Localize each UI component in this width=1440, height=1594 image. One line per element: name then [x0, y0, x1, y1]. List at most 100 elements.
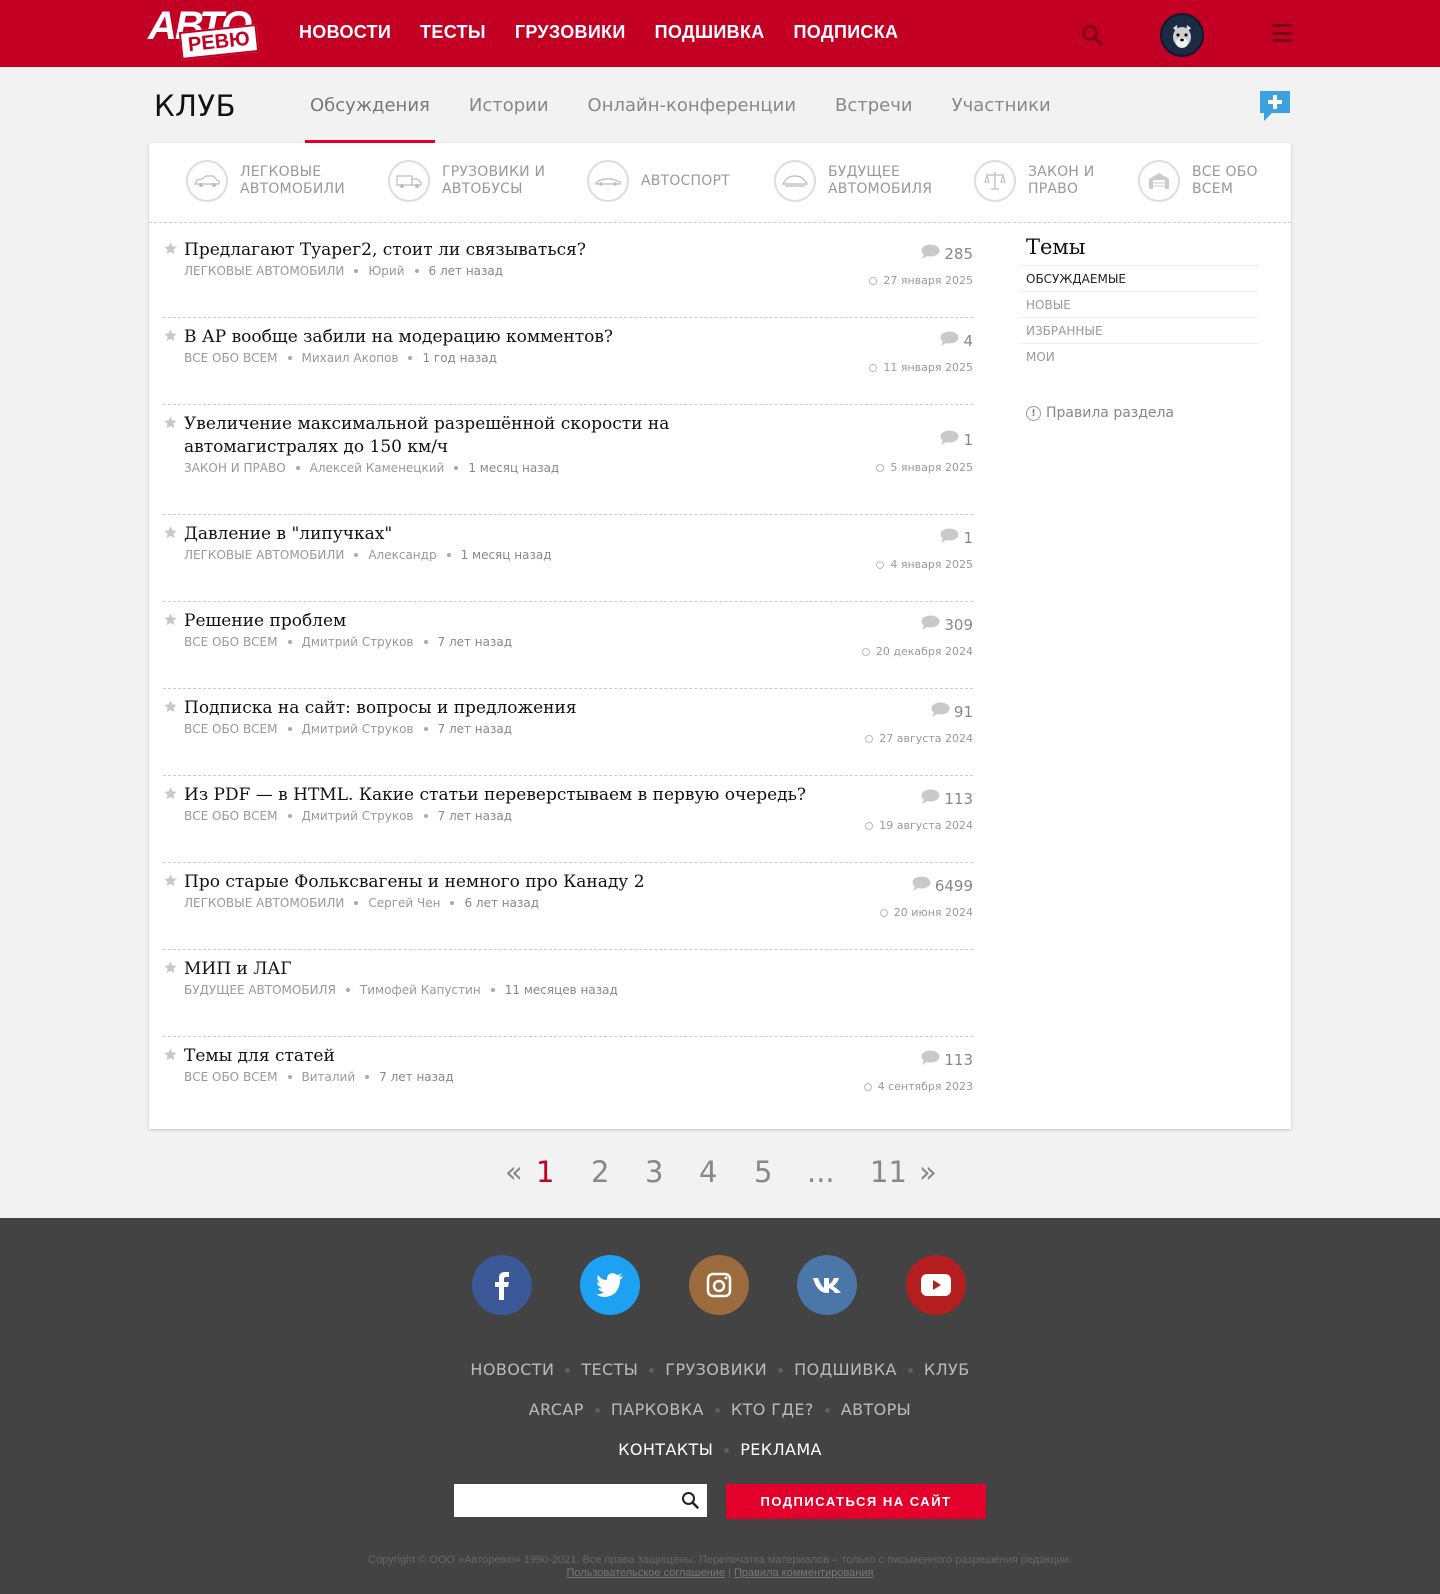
topic-title[interactable]: Предлагают Туарег2, стоит ли связываться…: [184, 239, 824, 262]
star-icon[interactable]: [163, 525, 178, 540]
star-icon[interactable]: [163, 415, 178, 430]
star-icon[interactable]: [163, 241, 178, 256]
footer-link-parking[interactable]: ПАРКОВКА: [611, 1400, 704, 1419]
search-icon[interactable]: [1081, 24, 1103, 46]
category-motorsport[interactable]: АВТОСПОРТ: [587, 160, 751, 202]
category-future[interactable]: БУДУЩЕЕ АВТОМОБИЛЯ: [774, 160, 938, 202]
comment-count[interactable]: 113: [833, 1050, 973, 1069]
topic-category[interactable]: ВСЕ ОБО ВСЕМ: [184, 635, 278, 649]
comment-count[interactable]: 1: [833, 430, 973, 449]
comment-count[interactable]: 113: [833, 789, 973, 808]
star-icon[interactable]: [163, 328, 178, 343]
sidebar-item-mine[interactable]: МОИ: [1019, 343, 1259, 369]
comment-count[interactable]: 309: [833, 615, 973, 634]
tab-discussions[interactable]: Обсуждения: [305, 67, 435, 143]
topic-category[interactable]: ЗАКОН И ПРАВО: [184, 461, 286, 475]
comment-rules-link[interactable]: Правила комментирования: [734, 1567, 874, 1579]
category-misc[interactable]: ВСЕ ОБО ВСЕМ: [1138, 160, 1302, 202]
category-cars[interactable]: ЛЕГКОВЫЕ АВТОМОБИЛИ: [186, 160, 350, 202]
footer-link-contacts[interactable]: КОНТАКТЫ: [618, 1440, 713, 1459]
category-trucks[interactable]: ГРУЗОВИКИ И АВТОБУСЫ: [388, 160, 552, 202]
star-icon[interactable]: [163, 612, 178, 627]
tab-stories[interactable]: Истории: [464, 67, 554, 143]
nav-news[interactable]: НОВОСТИ: [299, 22, 391, 43]
pagination-page[interactable]: 4: [699, 1155, 717, 1189]
topic-author[interactable]: Виталий: [302, 1070, 356, 1084]
footer-link-trucks[interactable]: ГРУЗОВИКИ: [665, 1360, 767, 1379]
search-icon[interactable]: [681, 1491, 699, 1514]
footer-link-club[interactable]: КЛУБ: [924, 1360, 970, 1379]
topic-title[interactable]: МИП и ЛАГ: [184, 958, 824, 981]
topic-author[interactable]: Сергей Чен: [368, 896, 440, 910]
topic-author[interactable]: Дмитрий Струков: [302, 809, 414, 823]
star-icon[interactable]: [163, 960, 178, 975]
sidebar-item-favorites[interactable]: ИЗБРАННЫЕ: [1019, 317, 1259, 343]
subscribe-button[interactable]: ПОДПИСАТЬСЯ НА САЙТ: [726, 1484, 986, 1519]
facebook-icon[interactable]: [472, 1255, 532, 1315]
pagination-prev[interactable]: «: [505, 1155, 523, 1189]
nav-trucks[interactable]: ГРУЗОВИКИ: [515, 22, 626, 43]
topic-category[interactable]: ВСЕ ОБО ВСЕМ: [184, 1070, 278, 1084]
nav-archive[interactable]: ПОДШИВКА: [655, 22, 765, 43]
menu-icon[interactable]: [1272, 24, 1292, 42]
topic-author[interactable]: Алексей Каменецкий: [310, 461, 445, 475]
topic-title[interactable]: Из PDF — в HTML. Какие статьи переверсты…: [184, 784, 824, 807]
topic-title[interactable]: Давление в "липучках": [184, 523, 824, 546]
topic-category[interactable]: ВСЕ ОБО ВСЕМ: [184, 722, 278, 736]
topic-author[interactable]: Дмитрий Струков: [302, 722, 414, 736]
footer-link-news[interactable]: НОВОСТИ: [470, 1360, 554, 1379]
nav-tests[interactable]: ТЕСТЫ: [420, 22, 486, 43]
topic-author[interactable]: Юрий: [368, 264, 404, 278]
topic-title[interactable]: Подписка на сайт: вопросы и предложения: [184, 697, 824, 720]
topic-title[interactable]: В АР вообще забили на модерацию комменто…: [184, 326, 824, 349]
new-topic-icon[interactable]: [1258, 89, 1292, 123]
user-avatar[interactable]: [1160, 13, 1204, 57]
topic-category[interactable]: ВСЕ ОБО ВСЕМ: [184, 351, 278, 365]
comment-count[interactable]: 4: [833, 331, 973, 350]
section-rules-link[interactable]: ! Правила раздела: [1019, 405, 1259, 421]
topic-title[interactable]: Решение проблем: [184, 610, 824, 633]
topic-author[interactable]: Тимофей Капустин: [360, 983, 481, 997]
topic-title[interactable]: Увеличение максимальной разрешённой скор…: [184, 413, 824, 459]
pagination-page[interactable]: 1: [536, 1155, 554, 1189]
topic-category[interactable]: ЛЕГКОВЫЕ АВТОМОБИЛИ: [184, 896, 344, 910]
tab-online-conferences[interactable]: Онлайн-конференции: [583, 67, 801, 143]
comment-count[interactable]: 285: [833, 244, 973, 263]
star-icon[interactable]: [163, 873, 178, 888]
comment-count[interactable]: 1: [833, 528, 973, 547]
footer-link-ads[interactable]: РЕКЛАМА: [740, 1440, 822, 1459]
pagination-page[interactable]: 3: [645, 1155, 663, 1189]
topic-title[interactable]: Про старые Фольксвагены и немного про Ка…: [184, 871, 824, 894]
topic-author[interactable]: Дмитрий Струков: [302, 635, 414, 649]
instagram-icon[interactable]: [689, 1255, 749, 1315]
footer-link-arcap[interactable]: ARCAP: [529, 1400, 584, 1419]
pagination-page[interactable]: 11: [870, 1155, 907, 1189]
topic-category[interactable]: ЛЕГКОВЫЕ АВТОМОБИЛИ: [184, 548, 344, 562]
tab-members[interactable]: Участники: [947, 67, 1056, 143]
tab-meetings[interactable]: Встречи: [830, 67, 918, 143]
pagination-next[interactable]: »: [919, 1155, 937, 1189]
topic-category[interactable]: ВСЕ ОБО ВСЕМ: [184, 809, 278, 823]
category-law[interactable]: ЗАКОН И ПРАВО: [974, 160, 1138, 202]
twitter-icon[interactable]: [580, 1255, 640, 1315]
footer-link-tests[interactable]: ТЕСТЫ: [581, 1360, 638, 1379]
topic-category[interactable]: ЛЕГКОВЫЕ АВТОМОБИЛИ: [184, 264, 344, 278]
sidebar-item-discussed[interactable]: ОБСУЖДАЕМЫЕ: [1019, 265, 1259, 291]
topic-title[interactable]: Темы для статей: [184, 1045, 824, 1068]
topic-author[interactable]: Михаил Акопов: [302, 351, 399, 365]
star-icon[interactable]: [163, 1047, 178, 1062]
star-icon[interactable]: [163, 786, 178, 801]
footer-link-archive[interactable]: ПОДШИВКА: [794, 1360, 897, 1379]
youtube-icon[interactable]: [906, 1255, 966, 1315]
pagination-page[interactable]: 5: [754, 1155, 772, 1189]
sidebar-item-new[interactable]: НОВЫЕ: [1019, 291, 1259, 317]
topic-category[interactable]: БУДУЩЕЕ АВТОМОБИЛЯ: [184, 983, 336, 997]
comment-count[interactable]: 91: [833, 702, 973, 721]
footer-link-who-where[interactable]: КТО ГДЕ?: [731, 1400, 814, 1419]
nav-subscription[interactable]: ПОДПИСКА: [794, 22, 899, 43]
site-logo[interactable]: АВТО РЕВЮ: [148, 6, 260, 60]
pagination-page[interactable]: 2: [591, 1155, 609, 1189]
vk-icon[interactable]: [797, 1255, 857, 1315]
topic-author[interactable]: Александр: [368, 548, 436, 562]
user-agreement-link[interactable]: Пользовательское соглашение: [567, 1567, 725, 1579]
